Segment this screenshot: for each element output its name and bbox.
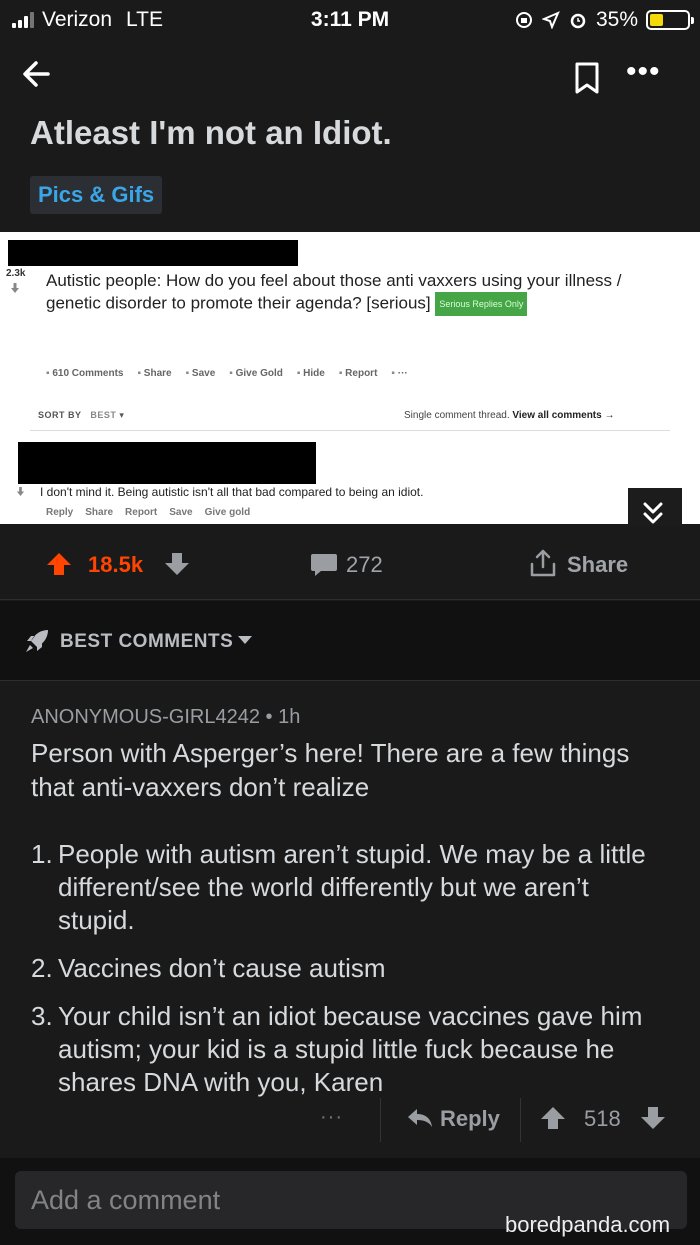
redaction-bar	[8, 240, 298, 266]
embedded-sort-value: BEST	[90, 410, 117, 420]
embedded-comment-give-gold: Give gold	[204, 507, 251, 518]
embedded-comment-reply: Reply	[46, 507, 74, 518]
redaction-bar	[18, 442, 316, 484]
embedded-thread-link: View all comments →	[512, 410, 615, 421]
reply-icon[interactable]	[406, 1106, 434, 1130]
list-item: 3. Your child isn’t an idiot because vacc…	[31, 1000, 671, 1099]
embedded-action-save: Save	[186, 368, 215, 379]
embedded-thread-text: Single comment thread.	[404, 410, 510, 421]
comment-downvote-icon[interactable]	[640, 1106, 666, 1130]
divider	[380, 1098, 381, 1142]
sort-label[interactable]: BEST COMMENTS	[60, 631, 233, 653]
embedded-action-share: Share	[137, 368, 172, 379]
comment-count[interactable]: 272	[346, 552, 383, 578]
comment-more-button[interactable]: ···	[320, 1106, 343, 1129]
post-title: Atleast I'm not an Idiot.	[30, 114, 392, 151]
comment-list: 1. People with autism aren’t stupid. We m…	[31, 838, 671, 1114]
embedded-comment-report: Report	[125, 507, 158, 518]
comment-upvote-icon[interactable]	[540, 1106, 566, 1130]
embedded-action-hide: Hide	[297, 368, 325, 379]
comment-intro: Person with Asperger’s here! There are a…	[31, 738, 630, 802]
list-item-text: Vaccines don’t cause autism	[58, 953, 386, 983]
downvote-icon[interactable]	[164, 552, 190, 576]
embedded-comment-downvote-icon	[16, 487, 25, 496]
embedded-score: 2.3k	[6, 268, 26, 279]
top-comment: ANONYMOUS-GIRL4242 • 1h Person with Aspe…	[0, 682, 700, 1156]
battery-icon	[646, 10, 694, 30]
embedded-comment-text: I don't mind it. Being autistic isn't al…	[40, 485, 424, 499]
list-item-text: Your child isn’t an idiot because vaccin…	[58, 1001, 643, 1097]
comment-sort-bar[interactable]: BEST COMMENTS	[0, 601, 700, 681]
orientation-lock-icon	[515, 12, 532, 28]
alarm-icon	[570, 13, 586, 29]
embedded-action-comments: 610 Comments	[46, 368, 123, 379]
status-icons: 35%	[514, 8, 694, 32]
embedded-action-give-gold: Give Gold	[229, 368, 283, 379]
embedded-comment-actions: Reply Share Report Save Give gold	[46, 507, 250, 518]
share-icon[interactable]	[528, 548, 558, 578]
status-bar: Verizon LTE 3:11 PM 35%	[0, 0, 700, 40]
embedded-sort: SORT BY BEST ▾	[38, 410, 125, 420]
embedded-sort-label: SORT BY	[38, 410, 82, 420]
share-button[interactable]: Share	[567, 552, 628, 578]
serious-tag: Serious Replies Only	[435, 292, 528, 316]
post-image[interactable]: 2.3k Autistic people: How do you feel ab…	[0, 232, 700, 524]
post-score: 18.5k	[88, 552, 144, 577]
post-action-bar: 18.5k 272 Share	[0, 526, 700, 600]
embedded-question: Autistic people: How do you feel about t…	[46, 270, 666, 316]
list-item-number: 1.	[31, 839, 53, 869]
comment-icon[interactable]	[310, 552, 338, 578]
embedded-comment-save: Save	[169, 507, 193, 518]
embedded-question-text: Autistic people: How do you feel about t…	[46, 271, 622, 313]
comment-actions: ··· Reply 518	[0, 1090, 700, 1150]
rocket-icon	[26, 630, 48, 652]
list-item-number: 3.	[31, 1001, 53, 1031]
comment-author[interactable]: ANONYMOUS-GIRL4242 • 1h	[31, 706, 300, 729]
list-item: 2. Vaccines don’t cause autism	[31, 952, 671, 985]
back-arrow-icon[interactable]	[18, 54, 58, 94]
post-flair[interactable]: Pics & Gifs	[30, 176, 163, 214]
embedded-divider	[30, 430, 670, 431]
battery-percent: 35%	[595, 8, 638, 31]
embedded-thread-note: Single comment thread. View all comments…	[404, 410, 614, 421]
embedded-action-more: ···	[391, 368, 408, 379]
embedded-downvote-icon	[11, 283, 19, 293]
comment-score: 518	[584, 1106, 621, 1131]
post-header: •••	[0, 40, 700, 112]
chevron-down-icon[interactable]	[236, 634, 254, 646]
upvote-icon[interactable]	[46, 552, 72, 576]
divider	[520, 1098, 521, 1142]
list-item: 1. People with autism aren’t stupid. We m…	[31, 838, 671, 937]
list-item-text: People with autism aren’t stupid. We may…	[58, 839, 646, 935]
reply-button[interactable]: Reply	[440, 1106, 500, 1132]
bookmark-icon[interactable]	[570, 60, 604, 96]
embedded-comment-share: Share	[85, 507, 114, 518]
embedded-actions: 610 Comments Share Save Give Gold Hide R…	[46, 368, 408, 379]
list-item-number: 2.	[31, 953, 53, 983]
embedded-action-report: Report	[339, 368, 377, 379]
more-options-icon[interactable]: •••	[626, 57, 661, 87]
location-icon	[541, 11, 560, 29]
watermark: boredpanda.com	[505, 1212, 671, 1237]
